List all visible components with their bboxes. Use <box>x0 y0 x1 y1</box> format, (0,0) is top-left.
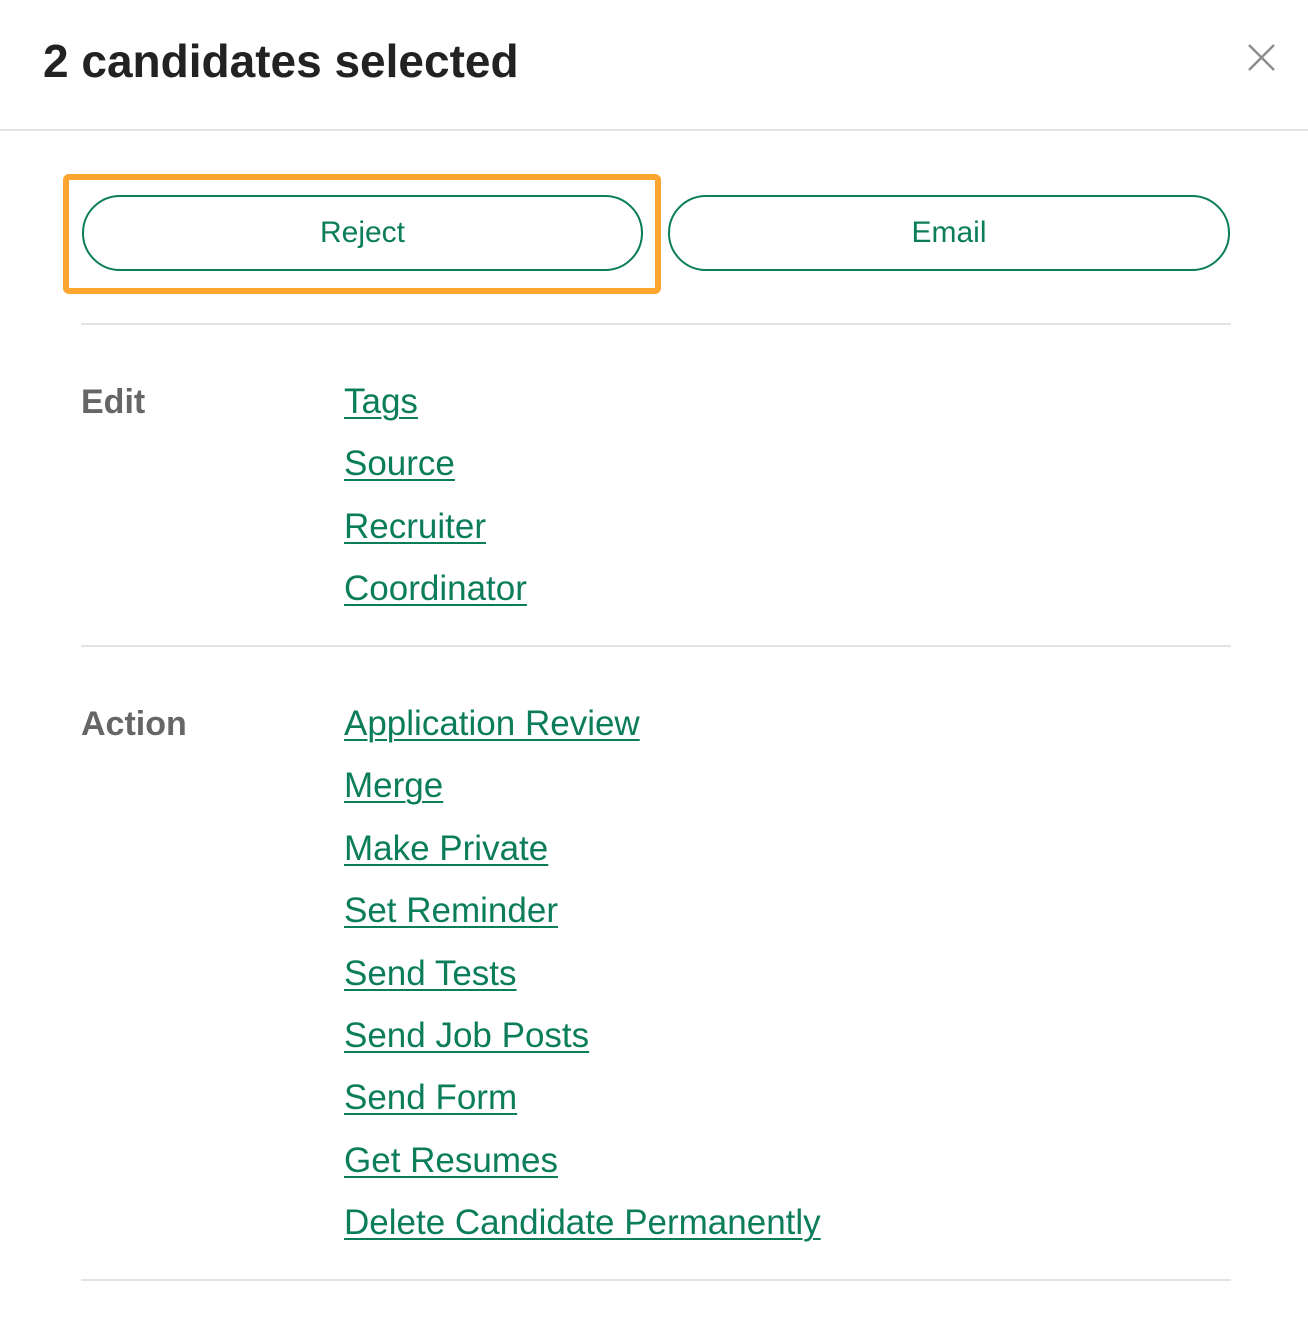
close-button[interactable] <box>1240 37 1282 79</box>
modal-header: 2 candidates selected <box>0 0 1308 131</box>
link-make-private[interactable]: Make Private <box>344 829 548 868</box>
section-label-action: Action <box>81 705 187 743</box>
link-send-job-posts[interactable]: Send Job Posts <box>344 1016 589 1055</box>
link-coordinator[interactable]: Coordinator <box>344 569 527 608</box>
divider <box>81 645 1231 647</box>
email-button[interactable]: Email <box>668 195 1230 271</box>
link-source[interactable]: Source <box>344 444 455 483</box>
link-tags[interactable]: Tags <box>344 382 418 421</box>
link-merge[interactable]: Merge <box>344 766 443 805</box>
action-links: Application Review Merge Make Private Se… <box>344 704 821 1266</box>
link-send-tests[interactable]: Send Tests <box>344 954 517 993</box>
edit-links: Tags Source Recruiter Coordinator <box>344 382 527 632</box>
section-label-edit: Edit <box>81 383 146 421</box>
link-get-resumes[interactable]: Get Resumes <box>344 1141 558 1180</box>
link-delete-candidate-permanently[interactable]: Delete Candidate Permanently <box>344 1203 821 1242</box>
reject-button[interactable]: Reject <box>82 195 643 271</box>
link-set-reminder[interactable]: Set Reminder <box>344 891 558 930</box>
close-icon <box>1248 44 1275 71</box>
link-send-form[interactable]: Send Form <box>344 1078 517 1117</box>
modal-title: 2 candidates selected <box>43 35 519 87</box>
link-recruiter[interactable]: Recruiter <box>344 507 486 546</box>
link-application-review[interactable]: Application Review <box>344 704 640 743</box>
divider <box>81 323 1231 325</box>
divider <box>81 1279 1231 1281</box>
